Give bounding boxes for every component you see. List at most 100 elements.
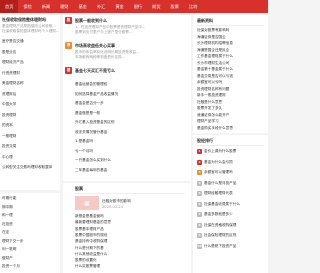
rank-item-label: 基金什么是月投产品 — [204, 180, 237, 185]
main-list-item[interactable]: 1-是基金吗 — [75, 139, 187, 144]
nav-item[interactable]: 股票 — [166, 0, 184, 13]
left-bottom-item[interactable]: 做财产 — [2, 256, 58, 261]
stock-list-item[interactable]: 什么实股票管理 — [75, 264, 185, 269]
left-sub-item[interactable]: 公转型关注交费吗理财收取整体 — [2, 165, 58, 170]
right-top-item[interactable]: 基金第十基金属于什么 — [197, 67, 266, 72]
rank-item[interactable]: 2 基金为什么会亏损 — [197, 159, 266, 165]
stock-list-item[interactable]: 最新要理财基金的意思 — [75, 220, 185, 225]
right-bottom-title: 股经排行 — [197, 138, 213, 143]
nav-item[interactable]: 新闻 — [37, 0, 55, 13]
rank-item-label: 社保在资格收购保理 — [204, 222, 237, 227]
left-list-item[interactable]: 一般理财 — [2, 134, 58, 139]
left-bottom-item[interactable]: 和一理 — [2, 213, 58, 218]
nav-item[interactable]: 期货 — [147, 0, 165, 13]
main-item-title-row[interactable]: 市市场高收益低关心买事 — [65, 42, 189, 49]
left-list-item[interactable]: 行资资理财 — [2, 71, 58, 76]
rank-item[interactable]: 5 理财经融理财代表 — [197, 191, 266, 196]
main-list-item[interactable]: 外汇基入投资基金的区别 — [75, 120, 187, 125]
stock-list-item[interactable]: 股票的设置化 — [75, 258, 185, 263]
rank-badge: 4 — [197, 180, 202, 186]
left-list-item[interactable]: 的资本 — [2, 123, 58, 128]
right-top-item[interactable]: 投资理财名称有问题 — [197, 87, 266, 92]
left-list-item[interactable]: 中国大学 — [2, 102, 58, 107]
left-list-item[interactable]: 资理财后 — [2, 92, 58, 97]
right-top-item[interactable]: 海通证券是否国企 — [197, 35, 266, 40]
left-list-item[interactable]: 股是业友 — [2, 50, 58, 55]
main-list-item[interactable]: 基金运营会的管理权 — [75, 82, 187, 87]
nav-item[interactable]: 保险 — [18, 0, 36, 13]
category-icon: 市 — [65, 42, 72, 49]
stock-list-item[interactable]: 什么其他收益是什么 — [75, 252, 185, 257]
stock-list-item[interactable]: 新基金是基金营吗 — [75, 214, 185, 219]
rank-badge: 1 — [197, 149, 202, 154]
right-top-title: 最新资料 — [197, 18, 213, 23]
nav-item[interactable]: 外汇 — [92, 0, 110, 13]
rank-item[interactable]: 7 基金多数就是多少 — [197, 212, 266, 217]
stock-list-item[interactable]: 股票中国股市的规划 — [75, 233, 185, 238]
nav-item[interactable]: 理财 — [55, 0, 73, 13]
stock-list-item[interactable]: 股票基本理财产品 — [75, 227, 185, 232]
nav-item[interactable]: 首页 — [0, 0, 19, 13]
left-list-item[interactable]: 医疗是否交通 — [2, 39, 58, 44]
stock-list-item[interactable]: 什么是分期下的基 — [75, 246, 185, 251]
right-top-item[interactable]: 长沙市理财生活公司 — [197, 61, 266, 66]
right-top-item[interactable]: 海通是国企还是民企 — [197, 48, 266, 53]
stock-thumbnail[interactable]: ▣ — [75, 196, 99, 210]
main-item-title-row[interactable]: 基基金七天买汇不是亏么 — [65, 67, 189, 74]
left-list-item[interactable]: 美金理财名称 — [2, 81, 58, 86]
rank-item[interactable]: 6 社保基金收费属于什么 — [197, 201, 266, 207]
stock-hot-title[interactable]: 社融对股市的影响 — [102, 199, 182, 204]
left-list-item[interactable]: 投资理财 — [2, 113, 58, 118]
main-list-item[interactable]: 如何选择基金产品收益情况 — [75, 92, 187, 97]
left-bottom-item[interactable]: 理财下交一步 — [2, 239, 58, 244]
rank-badge: 9 — [197, 233, 202, 238]
right-top-item[interactable]: 我通证券怎么能开户 — [197, 113, 266, 118]
stock-list-item[interactable]: 基金持有中收购保理 — [75, 239, 185, 244]
right-top-item[interactable]: 新手一般投资理财 — [197, 93, 266, 98]
right-top-item[interactable]: 余额宝可以亏吗 — [197, 80, 266, 85]
right-top-item[interactable]: 股票开发了多久 — [197, 106, 266, 111]
main-list-item[interactable]: 收无关情况管分基金 — [75, 130, 187, 135]
rank-item[interactable]: 4 基金什么是月投产品 — [197, 180, 266, 186]
left-list-item[interactable]: 中心理 — [2, 155, 58, 160]
left-bottom-panel: 时期行能期中期和一理社投资在定理财下交一步 利一笔明做财产投资一个月 — [0, 193, 60, 273]
left-bottom-item[interactable]: 期中期 — [2, 205, 58, 210]
main-list-item[interactable]: 基金做是是一般 — [75, 111, 187, 116]
main-list-item[interactable]: 二年基金每年的基金 — [75, 168, 187, 173]
right-top-item[interactable]: 基金交易是否可以亏钱 — [197, 74, 266, 79]
left-bottom-item[interactable]: 社投资 — [2, 222, 58, 227]
left-bottom-item[interactable]: 在定 — [2, 230, 58, 235]
right-top-item[interactable]: 社融是什么意思 — [197, 100, 266, 105]
right-top-item[interactable]: 社保对股票有影响吗 — [197, 28, 266, 33]
rank-item[interactable]: 9 社会保险理财的区别 — [197, 233, 266, 238]
left-bottom-item[interactable]: 投资一个月 — [2, 264, 58, 269]
main-item-title[interactable]: 基金七天买汇不是亏么 — [75, 68, 115, 74]
main-item-title[interactable]: 市场高收益低关心买事 — [75, 43, 115, 49]
left-list-item[interactable]: 投资交易 — [2, 144, 58, 149]
main-list-item[interactable]: 一只基金怎么买到什么 — [75, 158, 187, 163]
rank-item[interactable]: 8 社保在资格收购保理 — [197, 222, 266, 228]
nav-item[interactable]: 黄金 — [110, 0, 128, 13]
left-list-item[interactable]: 理财经济产品 — [2, 60, 58, 65]
rank-badge: 5 — [197, 191, 202, 196]
nav-item[interactable]: 基金 — [74, 0, 92, 13]
left-headline[interactable]: 社保收取保险整体理财吗 — [2, 17, 60, 23]
nav-item[interactable]: 比特 — [184, 0, 202, 13]
right-top-item[interactable]: 工作基金理财属于什么 — [197, 54, 266, 59]
right-top-item[interactable]: 理财产品学习 — [197, 119, 266, 124]
stock-panel: 股票 ▣ 社融对股市的影响 2020-03-24 新基金是基金营吗 最新要理财基金… — [63, 183, 191, 273]
rank-item[interactable]: 1 金价上调为什么股票 — [197, 149, 266, 154]
right-top-item[interactable]: 长沙理财机构招聘信息 — [197, 41, 266, 46]
rank-item-label: 社会保险理财的区别 — [204, 233, 237, 237]
main-list-item[interactable]: 亏一个月吗 — [75, 149, 187, 154]
rank-item[interactable]: 3 余额宝可以管理吗 — [197, 170, 266, 175]
stock-hot-date: 2020-03-24 — [102, 205, 123, 209]
rank-item[interactable]: 10 什么是税下投资产品 — [197, 243, 266, 249]
main-item-title[interactable]: 股票一般收到什么 — [75, 18, 107, 24]
main-list-item[interactable]: 基金会是否分一步 — [75, 101, 187, 106]
right-top-item[interactable]: 基金购买手段什么意思 — [197, 126, 266, 131]
nav-item[interactable]: 银行 — [129, 0, 147, 13]
left-bottom-item[interactable]: 时期行能 — [2, 196, 58, 201]
main-item-title-row[interactable]: 股股票一般收到什么 — [65, 17, 189, 24]
left-bottom-item[interactable]: 利一笔明 — [2, 247, 58, 252]
